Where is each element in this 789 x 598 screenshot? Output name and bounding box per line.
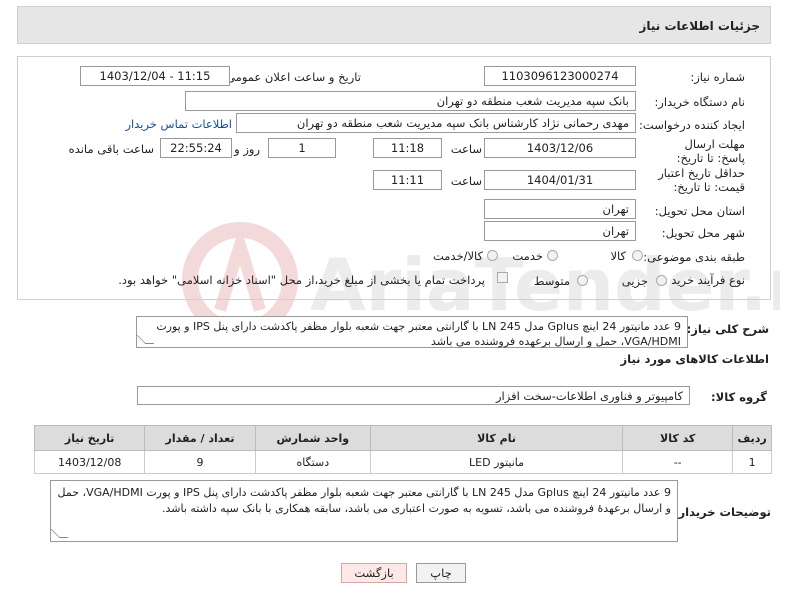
treasury-payment-note: پرداخت تمام یا بخشی از مبلغ خرید،از محل … (118, 273, 485, 287)
cell-unit: دستگاه (254, 450, 372, 474)
need-number-field: 1103096123000274 (484, 66, 636, 86)
process-medium-radio[interactable] (577, 275, 588, 286)
treasury-payment-checkbox[interactable] (497, 272, 508, 283)
col-unit-header: واحد شمارش (254, 425, 372, 451)
remaining-label: ساعت باقی مانده (68, 142, 154, 156)
remaining-time-field: 22:55:24 (160, 138, 232, 158)
buyer-notes-textarea[interactable]: 9 عدد مانیتور 24 اینچ Gplus مدل LN 245 ب… (50, 480, 678, 542)
deadline-date-field: 1403/12/06 (484, 138, 636, 158)
summary-text: 9 عدد مانیتور 24 اینچ Gplus مدل LN 245 ب… (156, 320, 681, 348)
announce-datetime-field: 1403/12/04 - 11:15 (80, 66, 230, 86)
page-title: جزئیات اطلاعات نیاز (639, 19, 760, 33)
process-medium-label: متوسط (533, 274, 570, 288)
creator-field: مهدی رحمانی نژاد کارشناس بانک سپه مدیریت… (236, 113, 636, 133)
category-service-label: خدمت (512, 249, 543, 263)
summary-label: شرح کلی نیاز: (686, 322, 769, 336)
remaining-days-field: 1 (268, 138, 336, 158)
category-service-radio[interactable] (547, 250, 558, 261)
days-label: روز و (234, 142, 260, 156)
buyer-org-field: بانک سپه مدیریت شعب منطقه دو تهران (185, 91, 636, 111)
validity-time-field: 11:11 (373, 170, 442, 190)
process-minor-radio[interactable] (656, 275, 667, 286)
col-name-header: نام کالا (370, 425, 624, 451)
goods-table: ردیف کد کالا نام کالا واحد شمارش تعداد /… (33, 425, 772, 474)
category-goods-service-label: کالا/خدمت (432, 249, 483, 263)
validity-label: حداقل تاریخ اعتبار قیمت: تا تاریخ: (658, 166, 745, 194)
province-label: استان محل تحویل: (654, 204, 745, 218)
col-code-header: کد کالا (622, 425, 734, 451)
col-date-header: تاریخ نیاز (33, 425, 146, 451)
announce-label: تاریخ و ساعت اعلان عمومی: (222, 70, 361, 84)
validity-time-label: ساعت (450, 174, 482, 188)
creator-label: ایجاد کننده درخواست: (639, 118, 745, 132)
province-field: تهران (484, 199, 636, 219)
validity-date-field: 1404/01/31 (484, 170, 636, 190)
category-label: طبقه بندی موضوعی: (643, 250, 745, 264)
cell-code: -- (622, 450, 734, 474)
deadline-time-field: 11:18 (373, 138, 442, 158)
city-label: شهر محل تحویل: (661, 226, 745, 240)
col-row-header: ردیف (732, 425, 772, 451)
deadline-label: مهلت ارسال پاسخ: تا تاریخ: (676, 137, 745, 165)
summary-textarea[interactable]: 9 عدد مانیتور 24 اینچ Gplus مدل LN 245 ب… (136, 316, 688, 348)
cell-date: 1403/12/08 (33, 450, 146, 474)
goods-group-field: کامپیوتر و فناوری اطلاعات-سخت افزار (137, 386, 690, 405)
process-minor-label: جزیی (621, 274, 648, 288)
cell-qty: 9 (144, 450, 256, 474)
process-label: نوع فرآیند خرید : (663, 273, 745, 287)
category-goods-radio[interactable] (632, 250, 643, 261)
cell-name: مانیتور LED (370, 450, 624, 474)
buyer-org-label: نام دستگاه خریدار: (654, 95, 745, 109)
table-row: 1 -- مانیتور LED دستگاه 9 1403/12/08 (33, 450, 772, 474)
back-button[interactable]: بازگشت (341, 563, 407, 583)
goods-group-label: گروه کالا: (711, 390, 767, 404)
category-goods-label: کالا (610, 249, 626, 263)
print-button[interactable]: چاپ (416, 563, 466, 583)
category-goods-service-radio[interactable] (487, 250, 498, 261)
buyer-notes-text: 9 عدد مانیتور 24 اینچ Gplus مدل LN 245 ب… (57, 486, 671, 515)
city-field: تهران (484, 221, 636, 241)
need-number-label: شماره نیاز: (690, 70, 745, 84)
col-qty-header: تعداد / مقدار (144, 425, 256, 451)
buyer-notes-label: توضیحات خریدار: (673, 505, 771, 519)
page-header: جزئیات اطلاعات نیاز (17, 6, 771, 44)
cell-row: 1 (732, 450, 772, 474)
buyer-contact-link[interactable]: اطلاعات تماس خریدار (125, 117, 232, 131)
resize-handle-icon[interactable] (50, 529, 69, 538)
goods-section-title: اطلاعات کالاهای مورد نیاز (620, 352, 769, 366)
deadline-time-label: ساعت (450, 142, 482, 156)
